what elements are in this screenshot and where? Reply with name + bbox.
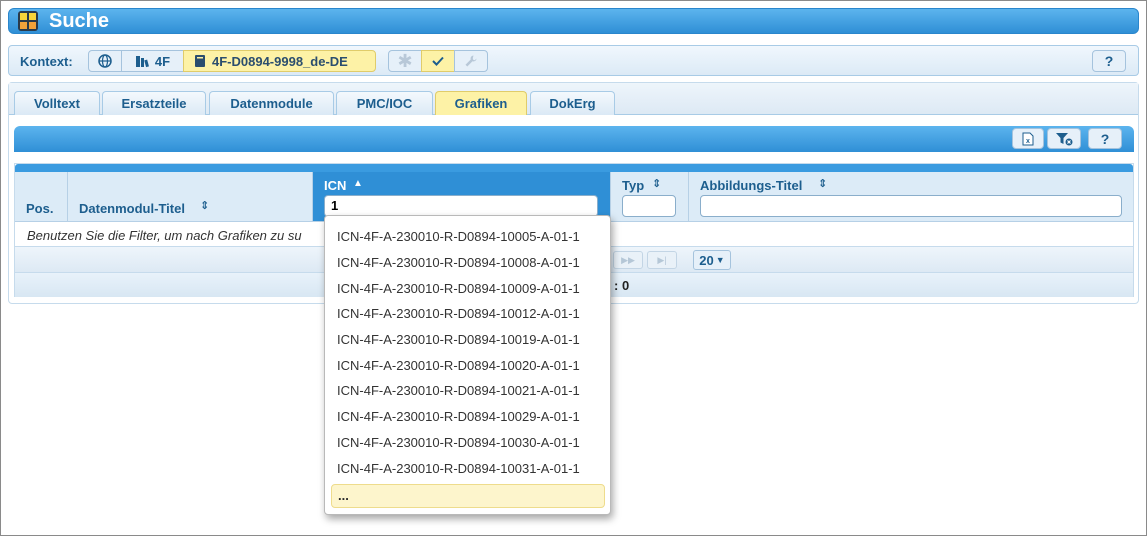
dropdown-item[interactable]: ICN-4F-A-230010-R-D0894-10021-A-01-1 (337, 381, 602, 401)
column-header-pos[interactable]: Pos. (15, 172, 68, 222)
typ-filter-input[interactable] (622, 195, 676, 217)
document-stack-icon (135, 56, 149, 68)
icn-autocomplete-dropdown: ICN-4F-A-230010-R-D0894-10005-A-01-1 ICN… (324, 215, 611, 515)
dropdown-item[interactable]: ICN-4F-A-230010-R-D0894-10029-A-01-1 (337, 407, 602, 427)
globe-icon (98, 54, 112, 68)
context-label: Kontext: (20, 54, 73, 69)
svg-text:x: x (1026, 138, 1030, 145)
dropdown-item[interactable]: ICN-4F-A-230010-R-D0894-10008-A-01-1 (337, 253, 602, 273)
tab-bar: Volltext Ersatzteile Datenmodule PMC/IOC… (9, 83, 1138, 115)
empty-message: Benutzen Sie die Filter, um nach Grafike… (27, 228, 302, 243)
check-button[interactable] (421, 50, 455, 72)
datamodule-label: 4F-D0894-9998_de-DE (212, 53, 348, 69)
wrench-icon (465, 55, 477, 67)
tab-datenmodule[interactable]: Datenmodule (209, 91, 334, 115)
next-page-icon: ▶▶ (621, 254, 635, 265)
column-header-datenmodul-titel[interactable]: Datenmodul-Titel ⇕ (68, 172, 313, 222)
column-icn-label: ICN (324, 178, 347, 193)
tab-grafiken[interactable]: Grafiken (435, 91, 527, 115)
context-bar: Kontext: 4F 4F-D0894-9998_de-DE ✱ ? (8, 45, 1139, 76)
dropdown-item[interactable]: ICN-4F-A-230010-R-D0894-10009-A-01-1 (337, 279, 602, 299)
title-bar: Suche (8, 8, 1139, 34)
book-icon (195, 55, 205, 67)
dropdown-item[interactable]: ICN-4F-A-230010-R-D0894-10030-A-01-1 (337, 433, 602, 453)
check-icon (432, 56, 444, 66)
datamodule-button[interactable]: 4F-D0894-9998_de-DE (183, 50, 376, 72)
column-abbildungs-titel-label: Abbildungs-Titel (700, 178, 803, 193)
wrench-button[interactable] (454, 50, 488, 72)
chevron-down-icon: ▼ (715, 255, 725, 265)
page-title: Suche (49, 10, 110, 32)
sort-icon: ⇕ (652, 178, 662, 190)
sort-icon: ⇕ (200, 200, 210, 212)
dropdown-item[interactable]: ICN-4F-A-230010-R-D0894-10031-A-01-1 (337, 459, 602, 479)
tab-dokerg[interactable]: DokErg (530, 91, 615, 115)
clear-filter-button[interactable] (1047, 128, 1081, 149)
icn-filter-input[interactable]: 1 (324, 195, 598, 217)
context-help-button[interactable]: ? (1092, 50, 1126, 72)
sort-icon: ⇕ (818, 178, 828, 190)
column-typ-label: Typ (622, 178, 645, 193)
column-header-abbildungs-titel[interactable]: Abbildungs-Titel ⇕ (689, 172, 1133, 222)
dropdown-item[interactable]: ICN-4F-A-230010-R-D0894-10005-A-01-1 (337, 227, 602, 247)
asterisk-button[interactable]: ✱ (388, 50, 422, 72)
result-count: : 0 (614, 278, 630, 293)
dropdown-item[interactable]: ICN-4F-A-230010-R-D0894-10020-A-01-1 (337, 356, 602, 376)
dropdown-item[interactable]: ICN-4F-A-230010-R-D0894-10012-A-01-1 (337, 304, 602, 324)
abbildungs-titel-filter-input[interactable] (700, 195, 1122, 217)
sort-asc-icon: ▲ (353, 178, 363, 189)
column-pos-label: Pos. (26, 201, 54, 216)
excel-export-button[interactable]: x (1012, 128, 1044, 149)
grid-header-band (15, 164, 1133, 172)
model-label: 4F (154, 53, 171, 69)
globe-button[interactable] (88, 50, 122, 72)
page-size-value: 20 (699, 252, 714, 268)
column-header-typ[interactable]: Typ ⇕ (611, 172, 689, 222)
tab-pmc-ioc[interactable]: PMC/IOC (336, 91, 433, 115)
dropdown-more-item[interactable]: ... (331, 484, 605, 508)
grid-help-button[interactable]: ? (1088, 128, 1122, 149)
tab-ersatzteile[interactable]: Ersatzteile (102, 91, 206, 115)
page-size-select[interactable]: 20 ▼ (693, 250, 731, 270)
filter-clear-icon (1056, 132, 1073, 145)
tab-volltext[interactable]: Volltext (14, 91, 100, 115)
last-page-button[interactable]: ▶| (647, 251, 677, 269)
grid-table-icon (18, 11, 38, 31)
asterisk-icon: ✱ (397, 50, 413, 71)
excel-icon: x (1022, 132, 1034, 145)
dropdown-item[interactable]: ICN-4F-A-230010-R-D0894-10019-A-01-1 (337, 330, 602, 350)
model-button[interactable]: 4F (121, 50, 184, 72)
column-datenmodul-titel-label: Datenmodul-Titel (79, 201, 185, 216)
last-page-icon: ▶| (657, 254, 667, 265)
grid-toolbar (14, 126, 1134, 152)
next-page-button[interactable]: ▶▶ (613, 251, 643, 269)
